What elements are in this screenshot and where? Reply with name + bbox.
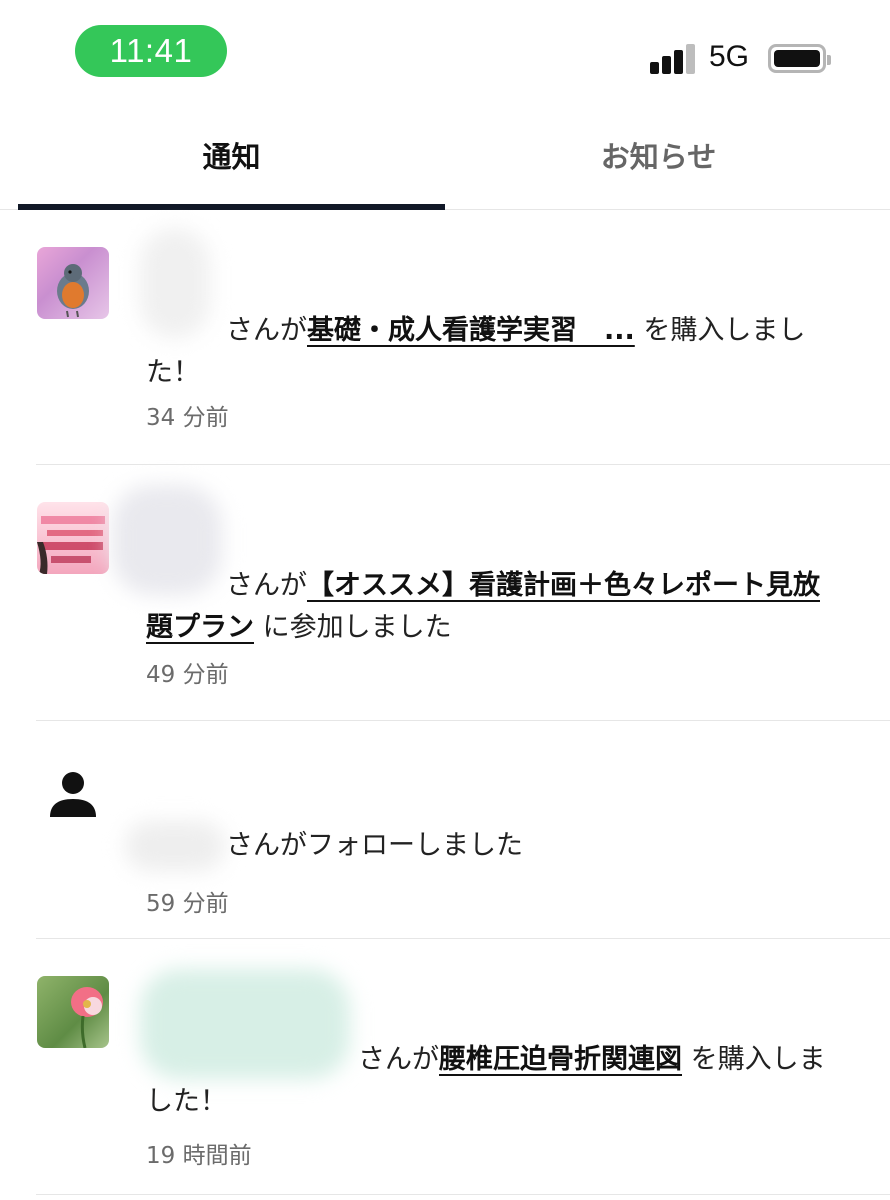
notification-time: 19 時間前 xyxy=(146,1143,252,1169)
robin-bird-icon xyxy=(57,264,89,318)
notification-time: 34 分前 xyxy=(146,405,229,431)
person-icon[interactable] xyxy=(48,769,98,819)
avatar[interactable] xyxy=(37,976,109,1048)
tab-bar: 通知 お知らせ xyxy=(0,100,890,210)
notification-message: さんがフォローしました xyxy=(226,830,523,861)
notification-message: さんが【オススメ】看護計画＋色々レポート見放題プラン に参加しました xyxy=(146,570,820,643)
plan-banner-icon xyxy=(37,516,105,574)
tab-notifications[interactable]: 通知 xyxy=(18,100,445,210)
pink-flower-icon xyxy=(71,987,103,1048)
notification-item[interactable]: さんがフォローしました 59 分前 xyxy=(0,721,890,939)
item-link[interactable]: 基礎・成人看護学実習 ... xyxy=(307,315,635,346)
avatar[interactable] xyxy=(37,247,109,319)
network-type: 5G xyxy=(709,40,750,73)
notification-item[interactable]: さんが腰椎圧迫骨折関連図 を購入しました！ 19 時間前 xyxy=(0,939,890,1195)
divider xyxy=(36,1194,890,1195)
notification-item[interactable]: さんが基礎・成人看護学実習 ... を購入しました！ 34 分前 xyxy=(0,210,890,465)
status-bar: 11:41 5G xyxy=(0,0,890,100)
notification-time: 49 分前 xyxy=(146,662,229,688)
notification-time: 59 分前 xyxy=(146,891,229,917)
notification-message: さんが基礎・成人看護学実習 ... を購入しました！ xyxy=(146,315,806,388)
notification-item[interactable]: さんが【オススメ】看護計画＋色々レポート見放題プラン に参加しました 49 分前 xyxy=(0,465,890,721)
battery-icon xyxy=(768,44,831,73)
notification-message: さんが腰椎圧迫骨折関連図 を購入しました！ xyxy=(146,1044,826,1117)
status-time: 11:41 xyxy=(75,25,227,77)
avatar[interactable] xyxy=(37,502,109,574)
item-link[interactable]: 腰椎圧迫骨折関連図 xyxy=(439,1044,682,1075)
tab-announcements[interactable]: お知らせ xyxy=(445,100,872,210)
cellular-signal-icon xyxy=(650,44,696,74)
